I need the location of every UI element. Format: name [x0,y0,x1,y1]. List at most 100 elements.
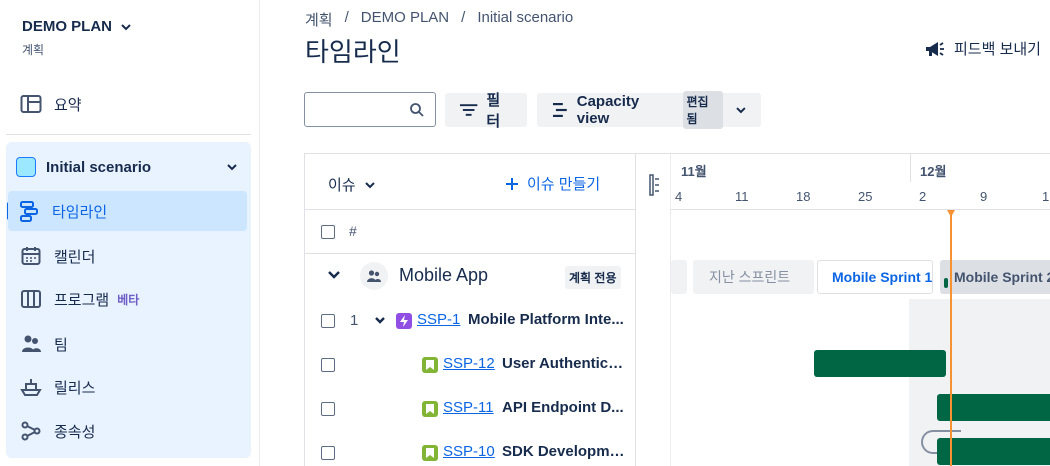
sidebar-item-dependency[interactable]: 종속성 [10,411,250,451]
chevron-down-icon[interactable] [226,161,238,173]
day-label: 18 [796,189,811,204]
issue-title: API Endpoint D... [502,399,624,416]
team-icon [360,262,388,290]
plan-title: DEMO PLAN [22,18,112,35]
breadcrumb-separator: / [461,9,466,26]
search-input[interactable] [311,93,411,124]
plan-header[interactable]: DEMO PLAN 계획 [22,18,132,58]
team-row[interactable]: Mobile App 계획 전용 [305,254,636,298]
breadcrumb-item[interactable]: 계획 [305,9,333,30]
timeline-icon [20,201,38,222]
today-marker [950,210,952,466]
beta-badge: 베타 [117,292,140,307]
plus-icon [506,177,518,190]
sprint-label: 지난 스프린트 [709,269,791,285]
sidebar-item-program[interactable]: 프로그램 베타 [10,279,250,319]
table-row[interactable]: SSP-12 User Authentica... [305,343,636,387]
select-all-checkbox[interactable] [321,225,335,239]
chevron-down-icon[interactable] [374,314,386,326]
issue-key-link[interactable]: SSP-12 [443,355,495,372]
issue-key-link[interactable]: SSP-10 [443,443,495,460]
rank-number: 1 [350,312,359,329]
issue-title: User Authentica... [502,355,628,372]
divider [6,134,251,135]
issue-column-header: 이슈 이슈 만들기 [305,154,636,210]
edited-badge: 편집됨 [682,91,724,129]
sidebar-item-label: 요약 [54,96,82,114]
sidebar-item-calendar[interactable]: 캘린더 [10,236,250,276]
view-selector-button[interactable]: Capacity view 편집됨 [537,91,761,129]
sidebar-item-label: 팀 [54,336,68,354]
timeline-view: 이슈 이슈 만들기 # Mobile App 계획 전용 1 SSP-1 Mob… [304,153,1050,466]
collapse-panel-bar[interactable] [637,154,671,466]
chevron-down-icon[interactable] [120,21,132,33]
feedback-button[interactable]: 피드백 보내기 [924,38,1041,59]
breadcrumb-item[interactable]: Initial scenario [477,9,573,30]
sprint-bar-active[interactable]: Mobile Sprint 1 [817,260,933,294]
timeline-header: 11월 12월 4 11 18 25 2 9 1 [671,154,1050,210]
calendar-icon [21,247,41,265]
plan-only-badge: 계획 전용 [565,266,621,289]
search-box[interactable] [304,92,436,127]
issue-key-link[interactable]: SSP-1 [417,311,460,328]
table-row[interactable]: 1 SSP-1 Mobile Platform Inte... [305,299,636,343]
scenario-name: Initial scenario [46,158,152,176]
filter-button[interactable]: 필터 [445,92,527,130]
row-checkbox[interactable] [321,314,335,328]
search-icon [410,103,424,117]
scenario-selector[interactable]: Initial scenario [16,157,238,177]
story-icon [422,401,438,417]
view-icon [552,103,567,117]
issue-bar[interactable] [937,394,1050,421]
issue-header-dropdown[interactable]: 이슈 [328,174,376,195]
create-issue-label: 이슈 만들기 [527,176,601,193]
sidebar-item-label: 프로그램 [54,291,110,309]
summary-icon [20,95,42,113]
sidebar: DEMO PLAN 계획 요약 Initial scenario 타임라인 캘린… [0,0,260,466]
select-all-row: # [305,210,636,254]
page-title: 타임라인 [305,37,401,67]
team-icon [22,335,41,352]
row-checkbox[interactable] [321,446,335,460]
row-checkbox[interactable] [321,358,335,372]
breadcrumb-separator: / [344,9,349,26]
sidebar-item-timeline[interactable]: 타임라인 [8,191,247,231]
issue-title: Mobile Platform Inte... [468,311,624,328]
sprint-bar-next[interactable]: Mobile Sprint 2 [940,260,1050,294]
day-label: 4 [675,189,683,204]
epic-icon [396,313,412,329]
filter-label: 필터 [486,92,501,130]
table-row[interactable]: SSP-11 API Endpoint D... [305,387,636,431]
story-icon [422,357,438,373]
issue-key-link[interactable]: SSP-11 [443,399,494,416]
table-row[interactable]: SSP-10 SDK Developme... [305,431,636,466]
issue-bar[interactable] [814,350,946,377]
breadcrumb-item[interactable]: DEMO PLAN [361,9,449,30]
dependency-icon [21,421,41,441]
scenario-color-icon [16,157,36,177]
month-divider [910,154,911,182]
plan-subtitle: 계획 [22,43,45,57]
day-label: 11 [735,189,749,204]
chevron-down-icon [364,181,375,188]
day-label: 25 [858,189,873,204]
issue-header-label: 이슈 [328,177,356,194]
sprint-status-marker [944,278,948,288]
sidebar-item-team[interactable]: 팀 [10,324,250,364]
sidebar-item-summary[interactable]: 요약 [10,84,250,124]
release-icon [20,379,42,396]
issue-bar[interactable] [937,438,1050,465]
today-marker-head [947,210,955,217]
chevron-down-icon[interactable] [327,268,341,282]
chevron-down-icon [736,107,746,114]
timeline-grid: 11월 12월 4 11 18 25 2 9 1 지난 스프린트 Mobile … [671,154,1050,466]
sidebar-item-label: 캘린더 [54,248,96,266]
team-name: Mobile App [399,265,489,285]
sprint-bar-past[interactable]: 지난 스프린트 [693,260,814,294]
sprint-bar[interactable] [671,260,687,294]
create-issue-button[interactable]: 이슈 만들기 [505,173,600,194]
sidebar-item-release[interactable]: 릴리스 [10,367,250,407]
sidebar-item-label: 종속성 [54,423,96,441]
row-checkbox[interactable] [321,402,335,416]
sidebar-item-label: 릴리스 [54,379,96,397]
